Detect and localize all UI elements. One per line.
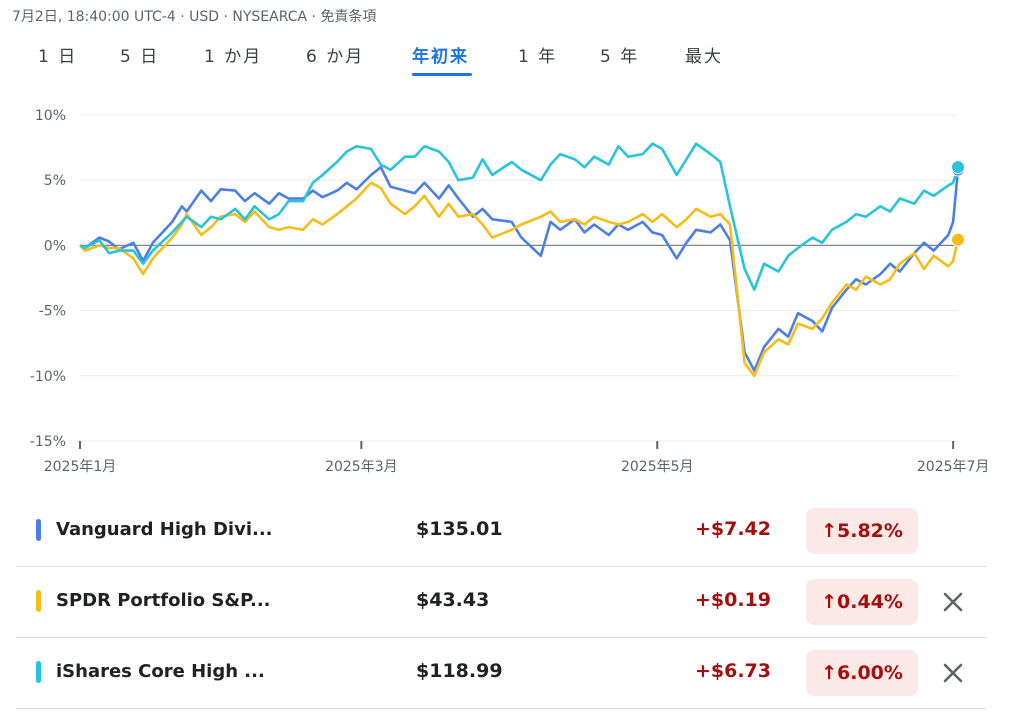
series-swatch	[36, 661, 41, 683]
tab-ytd[interactable]: 年初来	[412, 42, 469, 74]
range-tabs: 1 日 5 日 1 か月 6 か月 年初来 1 年 5 年 最大	[0, 42, 1024, 76]
series-end-dot-cyan	[951, 160, 965, 175]
timestamp-header: 7月2日, 18:40:00 UTC-4 · USD · NYSEARCA · …	[12, 9, 377, 25]
series-swatch	[36, 590, 41, 612]
fund-name: Vanguard High Divi...	[56, 519, 273, 540]
tab-5y[interactable]: 5 年	[600, 42, 639, 74]
tab-max[interactable]: 最大	[685, 42, 723, 74]
y-tick-label: 10%	[35, 108, 66, 124]
y-tick-label: -5%	[39, 304, 66, 320]
comparison-row-ishares[interactable]: iShares Core High ... $118.99 +$6.73 ↑6.…	[16, 638, 986, 709]
series-line-yellow	[79, 181, 960, 378]
y-tick-label: -10%	[30, 369, 66, 385]
x-tick-label: 2025年5月	[621, 459, 694, 475]
fund-change: +$7.42	[694, 518, 771, 540]
series-swatch	[36, 519, 41, 541]
x-tick-label: 2025年7月	[917, 459, 990, 475]
pct-value: 6.00%	[837, 662, 903, 684]
pct-change-badge: ↑6.00%	[806, 650, 918, 696]
x-tick-label: 2025年1月	[44, 459, 117, 475]
up-arrow-icon: ↑	[821, 591, 837, 613]
tab-1y[interactable]: 1 年	[518, 42, 557, 74]
fund-change: +$0.19	[694, 589, 771, 611]
tab-1m[interactable]: 1 か月	[204, 42, 262, 74]
y-tick-label: 0%	[44, 238, 66, 254]
fund-name: SPDR Portfolio S&P...	[56, 590, 271, 611]
tab-6m[interactable]: 6 か月	[306, 42, 364, 74]
comparison-line-chart: 10% 5% 0% -5% -10% -15% 2025年1月 2025年3月 2025年5月 2…	[30, 108, 990, 475]
fund-price: $43.43	[416, 589, 490, 611]
y-tick-label: 5%	[44, 173, 66, 189]
fund-price: $118.99	[416, 660, 503, 682]
comparison-row-spdr[interactable]: SPDR Portfolio S&P... $43.43 +$0.19 ↑0.4…	[16, 567, 986, 638]
series-end-dot-yellow	[951, 232, 965, 247]
close-icon[interactable]	[938, 658, 968, 688]
series-line-blue	[79, 165, 960, 372]
tab-5d[interactable]: 5 日	[120, 42, 159, 74]
up-arrow-icon: ↑	[821, 520, 837, 542]
series-line-cyan	[79, 142, 960, 291]
close-icon[interactable]	[938, 587, 968, 617]
comparison-list: Vanguard High Divi... $135.01 +$7.42 ↑5.…	[16, 496, 986, 709]
fund-change: +$6.73	[694, 660, 771, 682]
pct-change-badge: ↑0.44%	[806, 579, 918, 625]
x-tick-label: 2025年3月	[325, 459, 398, 475]
fund-name: iShares Core High ...	[56, 661, 265, 682]
pct-value: 0.44%	[837, 591, 903, 613]
tab-1d[interactable]: 1 日	[38, 42, 77, 74]
pct-value: 5.82%	[837, 520, 903, 542]
fund-price: $135.01	[416, 518, 503, 540]
comparison-row-vanguard[interactable]: Vanguard High Divi... $135.01 +$7.42 ↑5.…	[16, 496, 986, 567]
pct-change-badge: ↑5.82%	[806, 508, 918, 554]
active-tab-underline	[412, 73, 472, 76]
up-arrow-icon: ↑	[821, 662, 837, 684]
y-tick-label: -15%	[30, 434, 66, 450]
